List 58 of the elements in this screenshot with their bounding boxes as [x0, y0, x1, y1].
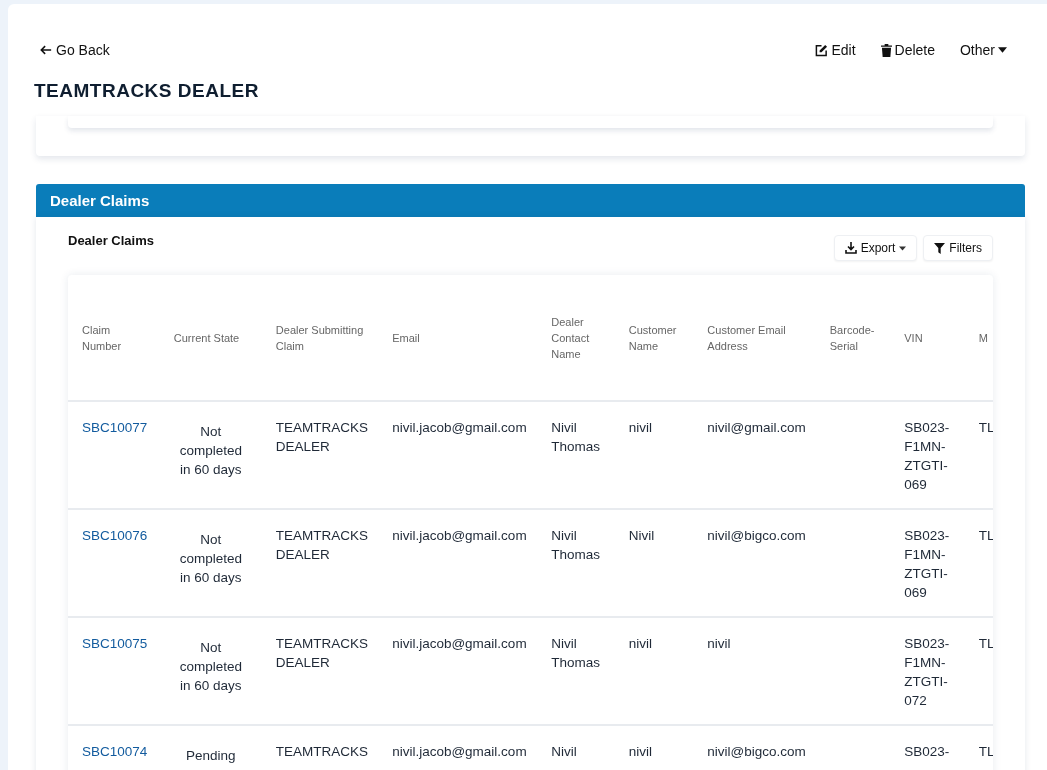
claim-link[interactable]: SBC10075	[82, 636, 148, 651]
column-header: Dealer Submitting Claim	[275, 323, 364, 352]
table-cell: nivil.jacob@gmail.com	[392, 420, 527, 435]
column-header: Email	[392, 331, 420, 344]
table-cell-text: SB023-F1MN-ZTGTI-072	[904, 635, 951, 710]
table-cell: Nivil Thomas	[551, 420, 601, 454]
table-cell: TEAMTRACKS DEALER	[275, 420, 369, 454]
download-icon	[844, 242, 857, 254]
table-cell: TEAMTRACKS DEALER	[275, 528, 369, 562]
table-cell: Nivil Thomas	[551, 528, 601, 562]
table-cell: nivil@bigco.com	[707, 744, 806, 759]
table-cell: Nivil	[628, 528, 655, 543]
table-cell: nivil	[707, 636, 731, 651]
caret-icon	[899, 245, 907, 251]
table-cell: nivil	[628, 744, 653, 759]
table-cell: TEAMTRACKS DEALER	[275, 636, 369, 670]
edit-icon	[815, 43, 829, 57]
filter-icon	[934, 242, 946, 254]
caret-icon	[998, 47, 1007, 53]
column-header: M	[978, 331, 988, 344]
table-cell: nivil.jacob@gmail.com	[392, 528, 527, 543]
panel-header: Dealer Claims	[36, 184, 1025, 217]
filters-button[interactable]: Filters	[923, 235, 993, 261]
column-header: Dealer Contact Name	[551, 315, 590, 360]
page-title: TEAMTRACKS DEALER	[33, 79, 260, 103]
table-cell: nivil	[628, 636, 653, 651]
table-cell: nivil@gmail.com	[707, 420, 806, 435]
arrow-left-icon	[40, 44, 52, 56]
table-cell-text: SB023-F1MN-ZTGTI-069	[904, 419, 951, 494]
table-cell-text: SB023-F1MN-ZTGTI-069	[904, 527, 951, 602]
export-button[interactable]: Export	[833, 235, 918, 261]
table-cell-text: SB023-	[904, 743, 951, 761]
action-link[interactable]: Edit	[815, 42, 856, 58]
column-header: Customer Email Address	[707, 323, 786, 352]
column-header: Claim Number	[82, 323, 122, 352]
column-header: Barcode-Serial	[829, 323, 875, 352]
table-cell: TEAMTRACKS	[275, 744, 369, 759]
claim-link[interactable]: SBC10074	[82, 744, 148, 759]
action-link[interactable]: Delete	[880, 42, 935, 58]
column-header: Customer Name	[628, 323, 677, 352]
section-title: Dealer Claims	[68, 233, 154, 248]
table-cell-text: Not completed in 60 days	[178, 639, 243, 695]
table-cell: Nivil Thomas	[551, 636, 601, 670]
table-cell-text: Pending	[185, 747, 237, 765]
table-cell: nivil@bigco.com	[707, 528, 806, 543]
table-cell: nivil	[628, 420, 653, 435]
table-cell: nivil.jacob@gmail.com	[392, 744, 527, 759]
action-link[interactable]: Other	[960, 42, 1007, 58]
table-cell-text: Not completed in 60 days	[178, 423, 243, 479]
trash-icon	[880, 43, 892, 57]
column-header: VIN	[904, 331, 923, 344]
go-back-link[interactable]: Go Back	[40, 42, 110, 58]
table-cell-text: Not completed in 60 days	[178, 531, 243, 587]
claim-link[interactable]: SBC10076	[82, 528, 148, 543]
table-cell: nivil.jacob@gmail.com	[392, 636, 527, 651]
table-cell: Nivil	[551, 744, 577, 759]
claim-link[interactable]: SBC10077	[82, 420, 148, 435]
column-header: Current State	[173, 331, 240, 344]
